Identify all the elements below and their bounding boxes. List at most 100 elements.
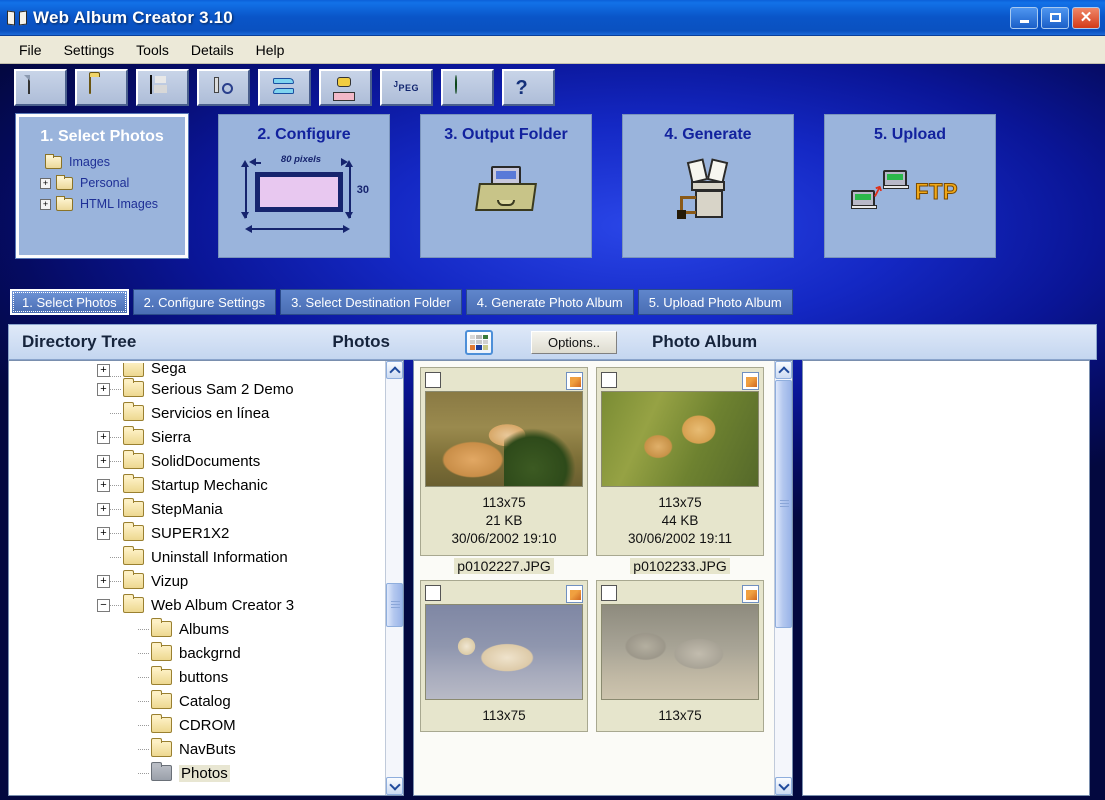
photo-album-pane[interactable] <box>802 360 1090 796</box>
menu-item-tools[interactable]: Tools <box>125 39 180 61</box>
tree-item[interactable]: Photos <box>9 761 385 785</box>
tree-item[interactable]: NavButs <box>9 737 385 761</box>
tree-item-label: Uninstall Information <box>151 548 288 566</box>
photo-card[interactable]: 113x75 44 KB 30/06/2002 19:11 p0102233.JPG <box>596 367 764 574</box>
photo-select-checkbox[interactable] <box>425 584 441 601</box>
menu-item-help[interactable]: Help <box>245 39 296 61</box>
expand-plus-icon[interactable]: + <box>97 454 110 468</box>
close-button[interactable]: ✕ <box>1072 6 1100 29</box>
fax-button[interactable] <box>319 69 372 106</box>
web-button[interactable] <box>441 69 494 106</box>
step-panel-configure[interactable]: 2. Configure 80 pixels 30 <box>218 114 390 258</box>
tree-item[interactable]: Servicios en línea <box>9 401 385 425</box>
tools-button[interactable] <box>197 69 250 106</box>
expand-plus-icon[interactable]: + <box>97 364 110 377</box>
tree-item[interactable]: + Sega <box>9 363 385 377</box>
photo-card[interactable]: 113x75 21 KB 30/06/2002 19:10 p0102227.JPG <box>420 367 588 574</box>
help-question-icon: ? <box>515 76 528 99</box>
photo-album-empty-area[interactable] <box>803 361 1089 795</box>
photo-grid[interactable]: 113x75 21 KB 30/06/2002 19:10 p0102227.JPG 1… <box>414 361 774 795</box>
tree-connector <box>138 677 149 678</box>
tree-item[interactable]: buttons <box>9 665 385 689</box>
image-file-icon[interactable] <box>566 372 583 390</box>
globe-icon <box>454 74 481 100</box>
maximize-button[interactable] <box>1041 6 1069 29</box>
photo-select-checkbox[interactable] <box>425 372 441 388</box>
save-button[interactable] <box>136 69 189 106</box>
photo-select-checkbox[interactable] <box>601 372 617 388</box>
photo-card[interactable]: 113x75 <box>596 579 764 732</box>
scroll-up-button[interactable] <box>386 361 403 379</box>
photo-card[interactable]: 113x75 <box>420 579 588 732</box>
tree-connector <box>138 749 149 750</box>
collapse-minus-icon[interactable]: − <box>97 598 110 612</box>
expand-plus-icon[interactable]: + <box>97 382 110 396</box>
scroll-down-button[interactable] <box>386 777 403 795</box>
photo-metadata: 113x75 21 KB 30/06/2002 19:10 <box>425 487 583 551</box>
tree-connector <box>110 389 121 390</box>
ftp-label: FTP <box>914 178 959 204</box>
tree-item-label: SolidDocuments <box>151 452 261 470</box>
expand-plus-icon[interactable]: + <box>97 574 110 588</box>
scroll-down-button[interactable] <box>775 777 792 795</box>
tree-item[interactable]: CDROM <box>9 713 385 737</box>
options-button[interactable]: Options.. <box>530 330 617 354</box>
tree-item[interactable]: Catalog <box>9 689 385 713</box>
tab-select-destination-folder[interactable]: 3. Select Destination Folder <box>280 289 462 315</box>
tree-item[interactable]: + Startup Mechanic <box>9 473 385 497</box>
scroll-up-button[interactable] <box>775 361 792 379</box>
photo-card-frame: 113x75 21 KB 30/06/2002 19:10 <box>420 367 588 556</box>
directory-tree-scrollbar[interactable] <box>385 361 403 795</box>
jpeg-button[interactable]: JPEG <box>380 69 433 106</box>
folder-icon <box>123 426 144 445</box>
step-panel-upload[interactable]: 5. Upload ↗ FTP <box>824 114 996 258</box>
tree-item[interactable]: backgrnd <box>9 641 385 665</box>
tree-item[interactable]: − Web Album Creator 3 <box>9 593 385 617</box>
menu-item-settings[interactable]: Settings <box>53 39 126 61</box>
tree-item[interactable]: + Sierra <box>9 425 385 449</box>
photos-scrollbar[interactable] <box>774 361 792 795</box>
tree-item-label: Vizup <box>151 572 189 590</box>
menu-item-file[interactable]: File <box>8 39 53 61</box>
new-document-button[interactable] <box>14 69 67 106</box>
expand-plus-icon[interactable]: + <box>97 430 110 444</box>
image-file-icon[interactable] <box>566 584 583 603</box>
open-folder-button[interactable] <box>75 69 128 106</box>
image-file-icon[interactable] <box>742 372 759 390</box>
close-icon: ✕ <box>1079 9 1093 26</box>
tab-upload-photo-album[interactable]: 5. Upload Photo Album <box>637 289 793 315</box>
convert-button[interactable] <box>258 69 311 106</box>
menu-item-details[interactable]: Details <box>180 39 245 61</box>
expand-plus-icon[interactable]: + <box>97 478 110 492</box>
tab-select-photos[interactable]: 1. Select Photos <box>10 289 129 315</box>
tab-generate-photo-album[interactable]: 4. Generate Photo Album <box>465 289 634 315</box>
expand-plus-icon[interactable]: + <box>40 177 51 189</box>
scroll-thumb[interactable] <box>775 380 792 628</box>
rhinoceros-thumbnail[interactable] <box>601 603 759 700</box>
expand-plus-icon[interactable]: + <box>40 198 51 210</box>
expand-plus-icon[interactable]: + <box>97 526 110 540</box>
polar-bear-thumbnail[interactable] <box>425 603 583 700</box>
expand-plus-icon[interactable]: + <box>97 502 110 516</box>
tree-item[interactable]: + Serious Sam 2 Demo <box>9 377 385 401</box>
scroll-thumb[interactable] <box>386 583 403 627</box>
tree-item[interactable]: + StepMania <box>9 497 385 521</box>
lion-cub-thumbnail[interactable] <box>601 391 759 487</box>
tree-item[interactable]: + SolidDocuments <box>9 449 385 473</box>
help-button[interactable]: ? <box>502 69 555 106</box>
image-file-icon[interactable] <box>742 584 759 603</box>
menu-bar: File Settings Tools Details Help <box>0 36 1105 64</box>
tab-configure-settings[interactable]: 2. Configure Settings <box>132 289 277 315</box>
step-panel-output-folder[interactable]: 3. Output Folder <box>420 114 592 258</box>
tree-item[interactable]: + Vizup <box>9 569 385 593</box>
step-panel-select-photos[interactable]: 1. Select Photos Images + Personal + HTM… <box>16 114 188 258</box>
cheetah-thumbnail[interactable] <box>425 391 583 487</box>
thumbnail-grid-icon[interactable] <box>464 329 493 355</box>
directory-tree[interactable]: + Sega + Serious Sam 2 Demo Servicios en lín… <box>9 361 385 795</box>
minimize-button[interactable] <box>1010 6 1038 29</box>
photo-select-checkbox[interactable] <box>601 584 617 601</box>
step-panel-generate[interactable]: 4. Generate <box>622 114 794 258</box>
tree-item[interactable]: Uninstall Information <box>9 545 385 569</box>
tree-item[interactable]: Albums <box>9 617 385 641</box>
tree-item[interactable]: + SUPER1X2 <box>9 521 385 545</box>
